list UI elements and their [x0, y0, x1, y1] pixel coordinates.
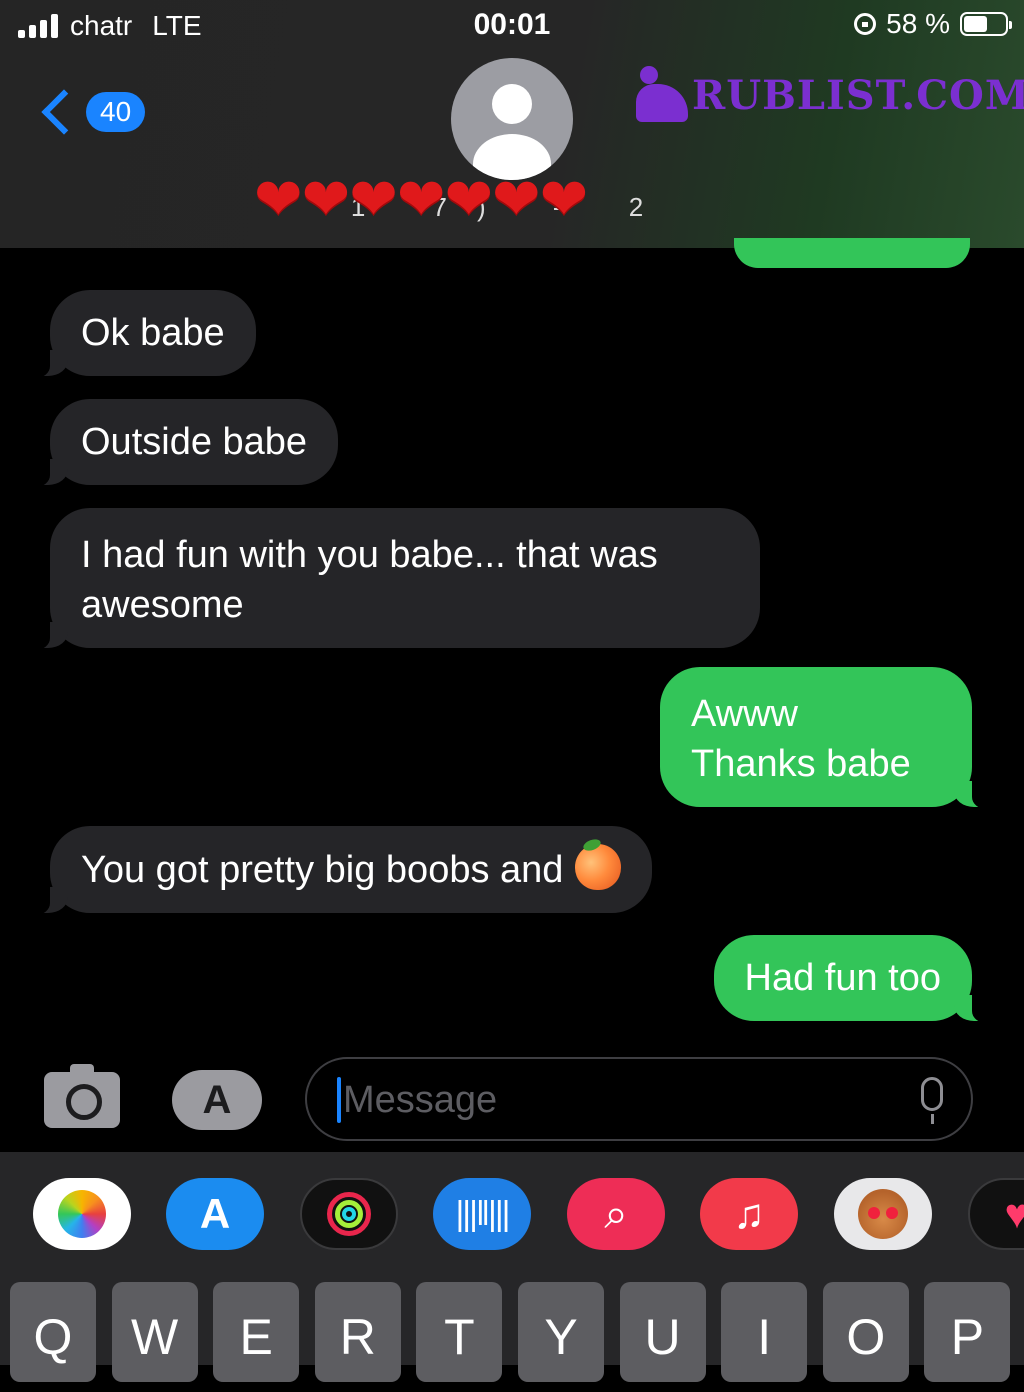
peach-emoji-icon — [575, 844, 622, 890]
conversation-header: chatr LTE 00:01 58 % 40 RUBLIST.COM 1 7)… — [0, 0, 1024, 248]
soundhound-app-button[interactable]: |||‖||| — [433, 1178, 531, 1250]
camera-button[interactable] — [44, 1064, 120, 1128]
keyboard: QWERTYUIOP — [0, 1282, 1024, 1382]
key-e[interactable]: E — [213, 1282, 300, 1382]
battery-icon — [960, 12, 1012, 36]
activity-rings-icon — [327, 1192, 371, 1236]
heart-sticker-icon: ❤ — [539, 165, 589, 233]
photos-icon — [58, 1190, 106, 1238]
message-text: Had fun too — [744, 957, 941, 999]
message-text: You got pretty big boobs and — [81, 849, 564, 891]
key-w[interactable]: W — [111, 1282, 198, 1382]
avatar-head — [492, 84, 532, 124]
key-r[interactable]: R — [314, 1282, 401, 1382]
message-bubble-received[interactable]: You got pretty big boobs and — [31, 826, 653, 915]
imessage-app-drawer: A |||‖||| ⌕ ♫ ♥ — [0, 1152, 1024, 1282]
key-y[interactable]: Y — [518, 1282, 604, 1382]
watermark-text: RUBLIST.COM — [692, 71, 1024, 119]
status-bar-right: 58 % — [854, 8, 1012, 40]
app-store-icon: A — [202, 1078, 232, 1122]
key-q[interactable]: Q — [10, 1282, 96, 1382]
message-text-line: Awww — [691, 693, 798, 735]
app-store-button[interactable]: A — [172, 1070, 262, 1130]
unread-count-badge: 40 — [86, 92, 146, 132]
heart-sticker-icon: ❤ — [301, 165, 351, 233]
sound-wave-icon: |||‖||| — [455, 1194, 510, 1233]
app-store-icon: A — [199, 1190, 231, 1237]
music-note-icon: ♫ — [733, 1190, 765, 1237]
message-input-container[interactable] — [305, 1057, 973, 1141]
contact-avatar[interactable] — [451, 58, 573, 180]
heart-sticker-icon: ❤ — [349, 165, 398, 233]
digital-touch-app-button[interactable]: ♥ — [968, 1178, 1024, 1250]
app-store-app-button[interactable]: A — [166, 1178, 264, 1250]
message-input[interactable] — [341, 1069, 905, 1131]
key-t[interactable]: T — [416, 1282, 503, 1382]
camera-icon — [66, 1084, 102, 1120]
back-button[interactable]: 40 — [38, 89, 146, 135]
orientation-lock-icon — [854, 13, 877, 35]
message-text: Ok babe — [81, 312, 225, 354]
photos-app-button[interactable] — [33, 1178, 131, 1250]
heart-stickers: ❤ ❤ ❤ ❤ ❤ ❤ ❤ — [254, 165, 589, 233]
image-search-app-button[interactable]: ⌕ — [567, 1178, 665, 1250]
message-bubble-sent[interactable]: Had fun too — [713, 935, 991, 1023]
key-p[interactable]: P — [924, 1282, 1011, 1382]
globe-search-icon: ⌕ — [604, 1189, 628, 1237]
message-text: Outside babe — [81, 421, 308, 463]
heart-icon: ♥ — [1004, 1190, 1024, 1237]
message-text-line: I had fun with you babe... that was — [81, 534, 658, 576]
partial-sent-bubble — [734, 238, 970, 268]
message-text-line: awesome — [81, 584, 244, 626]
activity-app-button[interactable] — [300, 1178, 398, 1250]
message-bubble-received[interactable]: I had fun with you babe... that was awes… — [32, 508, 760, 650]
memoji-face-icon — [858, 1189, 908, 1239]
heart-sticker-icon: ❤ — [396, 165, 446, 233]
microphone-icon[interactable] — [921, 1077, 943, 1124]
message-text-line: Thanks babe — [691, 743, 911, 785]
memoji-app-button[interactable] — [834, 1178, 932, 1250]
key-i[interactable]: I — [721, 1282, 808, 1382]
battery-percentage: 58 % — [886, 8, 950, 39]
message-bubble-received[interactable]: Ok babe — [32, 290, 256, 378]
message-bubble-sent[interactable]: Awww Thanks babe — [660, 667, 990, 809]
heart-sticker-icon: ❤ — [444, 165, 494, 233]
watermark-logo: RUBLIST.COM — [636, 66, 1024, 124]
key-o[interactable]: O — [822, 1282, 909, 1382]
message-bubble-received[interactable]: Outside babe — [31, 399, 339, 487]
music-app-button[interactable]: ♫ — [700, 1178, 798, 1250]
battery-level-fill — [964, 16, 988, 32]
watermark-figure-icon — [636, 66, 692, 124]
heart-sticker-icon: ❤ — [492, 165, 541, 233]
chevron-left-icon — [41, 89, 87, 135]
heart-sticker-icon: ❤ — [254, 165, 303, 233]
key-u[interactable]: U — [619, 1282, 706, 1382]
